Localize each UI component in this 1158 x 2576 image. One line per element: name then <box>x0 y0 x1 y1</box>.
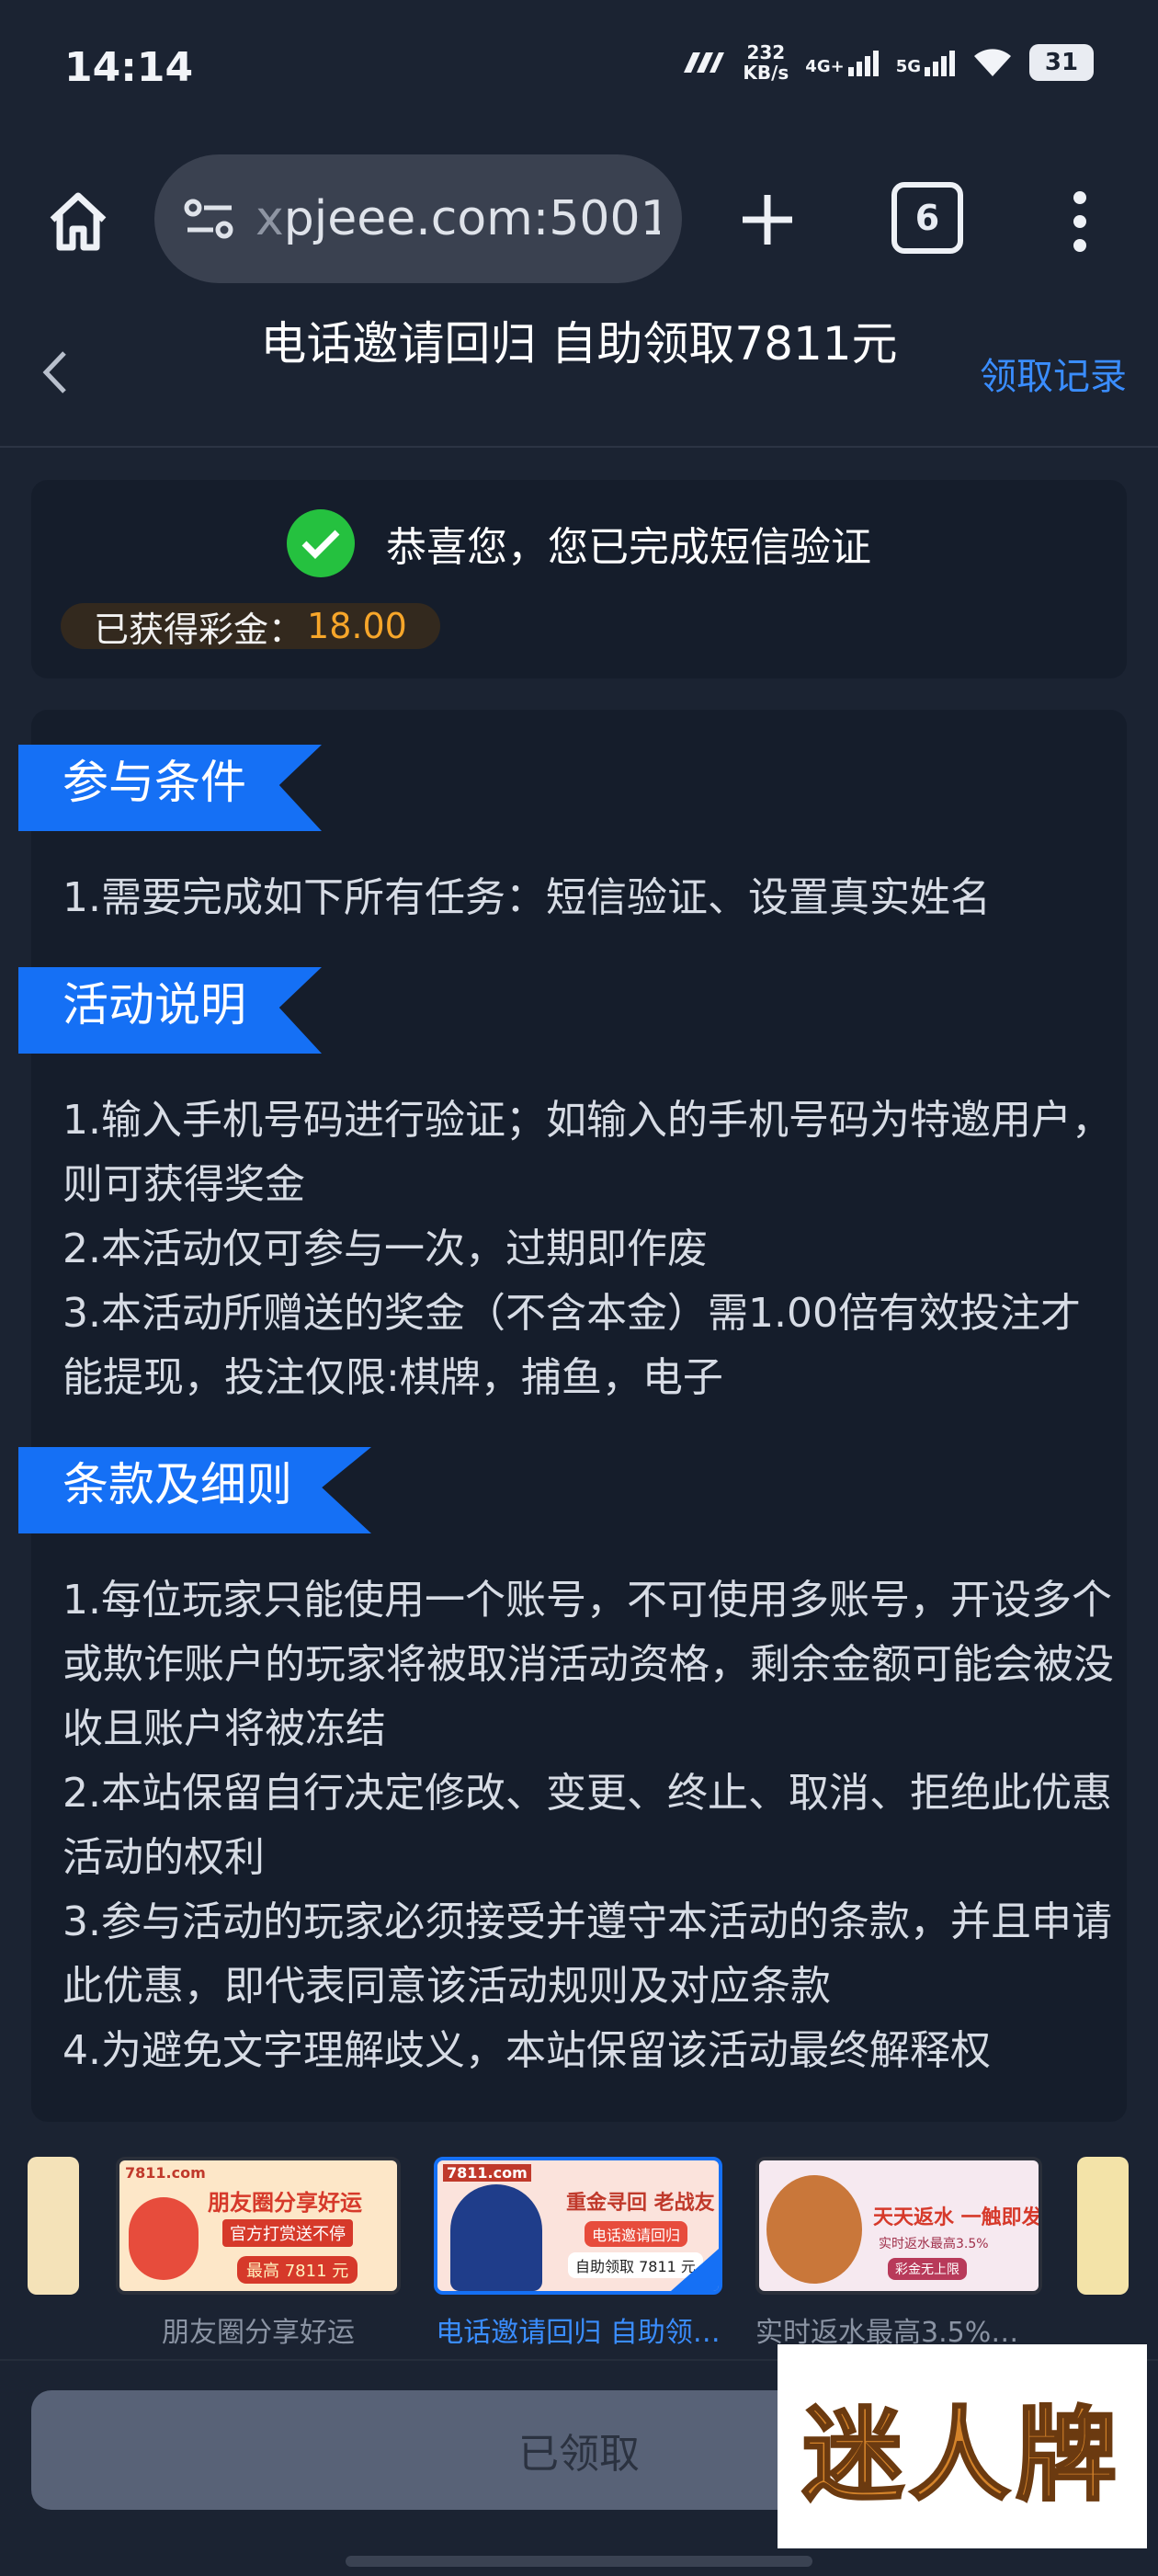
section-title-text: 活动说明 <box>62 978 246 1032</box>
dot-icon <box>1073 215 1086 228</box>
promo-banner-moments[interactable]: 7811.com 朋友圈分享好运 官方打赏送不停 最高 7811 元 <box>116 2157 401 2295</box>
status-time: 14:14 <box>64 44 194 91</box>
gesture-bar[interactable] <box>346 2556 812 2567</box>
signal-bars-icon <box>925 51 955 76</box>
banner-amount: 最高 7811 元 <box>237 2256 358 2284</box>
section-title-text: 参与条件 <box>62 756 246 809</box>
section-title-terms: 条款及细则 <box>18 1442 371 1533</box>
promo-banner-rebate[interactable]: 天天返水 一触即发 实时返水最高3.5% 彩金无上限 <box>755 2157 1042 2295</box>
banner-headline: 朋友圈分享好运 <box>208 2190 362 2216</box>
terms-line: 1.每位玩家只能使用一个账号，不可使用多账号，开设多个或欺诈账户的玩家将被取消活… <box>62 1577 1114 1752</box>
check-circle-icon <box>287 509 355 577</box>
banner-brand: 7811.com <box>443 2164 531 2182</box>
net-speed-value: 232 <box>746 41 786 63</box>
back-button[interactable] <box>28 345 83 400</box>
banner-amount: 自助领取 7811 元 <box>568 2252 703 2278</box>
section-title-conditions: 参与条件 <box>18 739 322 831</box>
promo-banner-callback[interactable]: 7811.com 重金寻回 老战友 电话邀请回归 自助领取 7811 元 <box>434 2157 722 2295</box>
bonus-badge: 已获得彩金： 18.00 <box>61 603 440 650</box>
status-bar: 14:14 232 KB/s 4G+ 5G 31 <box>0 0 1158 138</box>
url-main: pjeee.com:5001 <box>283 191 660 246</box>
claim-record-link[interactable]: 领取记录 <box>980 347 1127 400</box>
battery-indicator: 31 <box>1029 44 1094 81</box>
banner-caption-active[interactable]: 电话邀请回归 自助领… <box>434 2309 722 2350</box>
banner-brand: 7811.com <box>125 2164 206 2182</box>
bonus-label: 已获得彩金： <box>94 609 304 650</box>
terms-line: 4.为避免文字理解歧义，本站保留该活动最终解释权 <box>62 2027 991 2074</box>
site-settings-icon[interactable] <box>182 191 237 246</box>
home-icon <box>50 192 107 251</box>
mascot-image <box>129 2197 199 2280</box>
description-line: 2.本活动仅可参与一次，过期即作废 <box>62 1225 708 1272</box>
banner-sub: 官方打赏送不停 <box>222 2219 353 2247</box>
section-title-description: 活动说明 <box>18 962 322 1054</box>
tab-switcher-button[interactable]: 6 <box>891 182 963 254</box>
watermark-text: 迷人牌 <box>801 2395 1122 2516</box>
banner-headline: 重金寻回 老战友 <box>566 2192 715 2215</box>
home-button[interactable] <box>37 180 119 263</box>
terms-line: 3.参与活动的玩家必须接受并遵守本活动的条款，并且申请此优惠，即代表同意该活动规… <box>62 1898 1112 2010</box>
promo-banner-partial[interactable] <box>1077 2157 1129 2295</box>
signal-4g: 4G+ <box>805 49 879 76</box>
verification-card: 恭喜您，您已完成短信验证 已获得彩金： 18.00 <box>31 480 1127 678</box>
banner-sub: 实时返水最高3.5% <box>879 2237 989 2251</box>
verification-message: 恭喜您，您已完成短信验证 <box>386 524 871 571</box>
plus-icon <box>743 195 792 245</box>
section-title-text: 条款及细则 <box>62 1458 292 1511</box>
description-line: 1.输入手机号码进行验证；如输入的手机号码为特邀用户，则可获得奖金 <box>62 1097 1112 1208</box>
signal-bars-icon <box>847 51 879 76</box>
page-header: 电话邀请回归 自助领取7811元 领取记录 <box>0 299 1158 448</box>
dot-icon <box>1073 239 1086 252</box>
dragon-image <box>766 2175 862 2284</box>
player-image <box>450 2184 542 2291</box>
signal-4g-label: 4G+ <box>805 57 845 76</box>
verification-status: 恭喜您，您已完成短信验证 <box>31 509 1127 577</box>
banner-amount: 彩金无上限 <box>888 2258 967 2280</box>
terms-line: 2.本站保留自行决定修改、变更、终止、取消、拒绝此优惠活动的权利 <box>62 1770 1112 1881</box>
promo-banner-partial[interactable] <box>28 2157 79 2295</box>
banner-caption[interactable]: 朋友圈分享好运 <box>116 2309 401 2350</box>
carrier-icon <box>684 52 725 73</box>
bonus-value: 18.00 <box>307 606 407 646</box>
address-bar[interactable]: xpjeee.com:5001 <box>154 154 682 283</box>
chevron-left-icon <box>42 351 66 393</box>
network-speed: 232 KB/s <box>743 42 789 83</box>
terms-text: 1.每位玩家只能使用一个账号，不可使用多账号，开设多个或欺诈账户的玩家将被取消活… <box>62 1568 1119 2083</box>
net-speed-unit: KB/s <box>743 62 789 84</box>
page-title: 电话邀请回归 自助领取7811元 <box>260 317 898 370</box>
wifi-icon <box>974 49 1011 76</box>
url-text[interactable]: xpjeee.com:5001 <box>255 191 660 246</box>
rules-card: 参与条件 1.需要完成如下所有任务：短信验证、设置真实姓名 活动说明 1.输入手… <box>18 710 1127 2122</box>
description-line: 3.本活动所赠送的奖金（不含本金）需1.00倍有效投注才能提现，投注仅限:棋牌，… <box>62 1290 1081 1401</box>
watermark-logo: 迷人牌 <box>778 2344 1147 2548</box>
promo-carousel[interactable]: 7811.com 朋友圈分享好运 官方打赏送不停 最高 7811 元 朋友圈分享… <box>0 2142 1158 2363</box>
signal-5g: 5G <box>896 49 956 76</box>
new-tab-button[interactable] <box>726 178 809 261</box>
url-faded: x <box>255 191 284 246</box>
description-text: 1.输入手机号码进行验证；如输入的手机号码为特邀用户，则可获得奖金 2.本活动仅… <box>62 1089 1119 1410</box>
browser-toolbar: xpjeee.com:5001 6 <box>0 147 1158 294</box>
conditions-text: 1.需要完成如下所有任务：短信验证、设置真实姓名 <box>62 866 1119 930</box>
banner-sub: 电话邀请回归 <box>585 2221 688 2247</box>
banner-headline: 天天返水 一触即发 <box>873 2206 1042 2229</box>
more-menu-button[interactable] <box>1052 180 1107 263</box>
conditions-line: 1.需要完成如下所有任务：短信验证、设置真实姓名 <box>62 874 991 921</box>
status-icons: 232 KB/s 4G+ 5G 31 <box>680 42 1094 83</box>
signal-5g-label: 5G <box>895 57 921 76</box>
dot-icon <box>1073 191 1086 204</box>
